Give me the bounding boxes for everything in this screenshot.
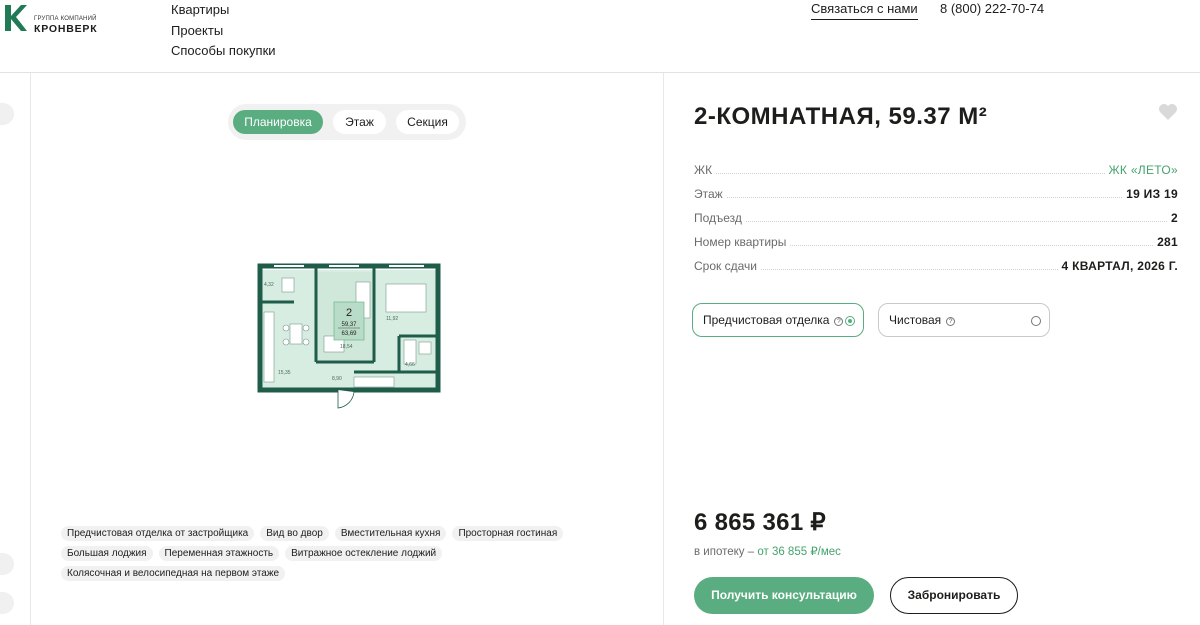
tab-section[interactable]: Секция	[396, 110, 459, 134]
apartment-price: 6 865 361 ₽	[694, 509, 827, 536]
feature-tag: Большая лоджия	[61, 546, 153, 561]
room-area-label: 4,66	[405, 362, 415, 368]
side-nav-button[interactable]	[0, 553, 14, 575]
room-area-label: 8,90	[332, 376, 342, 382]
side-nav-button[interactable]	[0, 592, 14, 614]
mortgage-prefix: в ипотеку –	[694, 546, 755, 558]
brand-logo[interactable]: ГРУППА КОМПАНИЙ КРОНВЕРК	[4, 2, 114, 35]
spec-row-complex: ЖК ЖК «ЛЕТО»	[694, 161, 1178, 177]
brand-subtitle: ГРУППА КОМПАНИЙ	[34, 16, 97, 22]
finish-option-finishing[interactable]: Чистовая?	[878, 303, 1050, 337]
spec-leader-dots	[726, 197, 1123, 198]
complex-link[interactable]: ЖК «ЛЕТО»	[1109, 163, 1178, 177]
content-divider	[663, 73, 664, 625]
spec-label: ЖК	[694, 163, 713, 177]
get-consultation-button[interactable]: Получить консультацию	[694, 577, 874, 614]
contact-us-link[interactable]: Связаться с нами	[811, 1, 918, 20]
feature-tag: Просторная гостиная	[452, 526, 564, 541]
spec-label: Срок сдачи	[694, 259, 757, 273]
radio-unselected-icon[interactable]	[1031, 316, 1041, 326]
kronverk-logo-icon	[5, 5, 27, 31]
spec-row-completion: Срок сдачи 4 КВАРТАЛ, 2026 Г.	[694, 257, 1178, 273]
room-area-label: 4,32	[264, 282, 274, 288]
finish-option-label: Чистовая?	[889, 313, 956, 327]
mortgage-info: в ипотеку – от 36 855 ₽/мес	[694, 544, 841, 558]
feature-tag: Предчистовая отделка от застройщика	[61, 526, 255, 541]
help-question-icon[interactable]: ?	[946, 317, 956, 326]
spec-leader-dots	[760, 269, 1058, 270]
brand-name: КРОНВЕРК	[34, 23, 98, 35]
room-area-label: 18,54	[340, 344, 353, 350]
room-area-label: 11,92	[386, 316, 398, 322]
spec-value: 4 КВАРТАЛ, 2026 Г.	[1061, 259, 1178, 273]
spec-row-floor: Этаж 19 ИЗ 19	[694, 185, 1178, 201]
phone-number[interactable]: 8 (800) 222-70-74	[940, 1, 1044, 16]
left-column-divider	[30, 73, 31, 625]
tab-floor[interactable]: Этаж	[333, 110, 386, 134]
feature-tag: Витражное остекление лоджий	[285, 546, 443, 561]
feature-tag: Переменная этажность	[158, 546, 280, 561]
header-divider	[0, 72, 1200, 73]
spec-row-entrance: Подъезд 2	[694, 209, 1178, 225]
plan-view-tabs: Планировка Этаж Секция	[228, 104, 466, 140]
tab-layout[interactable]: Планировка	[233, 110, 323, 134]
floor-plan: 2 59,37 63,69 4,32 11,92 18,54 15,35 8,9…	[257, 263, 441, 409]
favorite-heart-icon[interactable]	[1158, 103, 1178, 121]
plan-rooms-count: 2	[346, 307, 352, 319]
nav-item-apartments[interactable]: Квартиры	[171, 0, 276, 21]
apartment-title: 2-КОМНАТНАЯ, 59.37 М²	[694, 103, 988, 130]
plan-living-area: 59,37	[341, 322, 357, 328]
nav-item-purchase-methods[interactable]: Способы покупки	[171, 41, 276, 62]
feature-tags: Предчистовая отделка от застройщика Вид …	[61, 526, 581, 586]
main-nav: Квартиры Проекты Способы покупки	[171, 0, 276, 62]
spec-leader-dots	[716, 173, 1105, 174]
feature-tag: Колясочная и велосипедная на первом этаж…	[61, 566, 286, 581]
mortgage-amount: от 36 855 ₽/мес	[757, 546, 841, 558]
spec-label: Этаж	[694, 187, 723, 201]
spec-value: 2	[1171, 211, 1178, 225]
side-nav-button[interactable]	[0, 103, 14, 125]
spec-value: 19 ИЗ 19	[1126, 187, 1178, 201]
help-question-icon[interactable]: ?	[834, 317, 844, 326]
spec-label: Номер квартиры	[694, 235, 787, 249]
spec-value: 281	[1157, 235, 1178, 249]
book-button[interactable]: Забронировать	[890, 577, 1018, 614]
finish-option-label: Предчистовая отделка?	[703, 313, 844, 327]
spec-leader-dots	[745, 221, 1168, 222]
feature-tag: Вместительная кухня	[334, 526, 447, 541]
nav-item-projects[interactable]: Проекты	[171, 21, 276, 42]
finish-option-prefinish[interactable]: Предчистовая отделка?	[692, 303, 864, 337]
spec-row-apartment-number: Номер квартиры 281	[694, 233, 1178, 249]
room-area-label: 15,35	[278, 370, 291, 376]
spec-label: Подъезд	[694, 211, 742, 225]
spec-leader-dots	[790, 245, 1154, 246]
radio-selected-icon[interactable]	[845, 316, 855, 326]
plan-total-area: 63,69	[341, 331, 357, 337]
feature-tag: Вид во двор	[260, 526, 329, 541]
